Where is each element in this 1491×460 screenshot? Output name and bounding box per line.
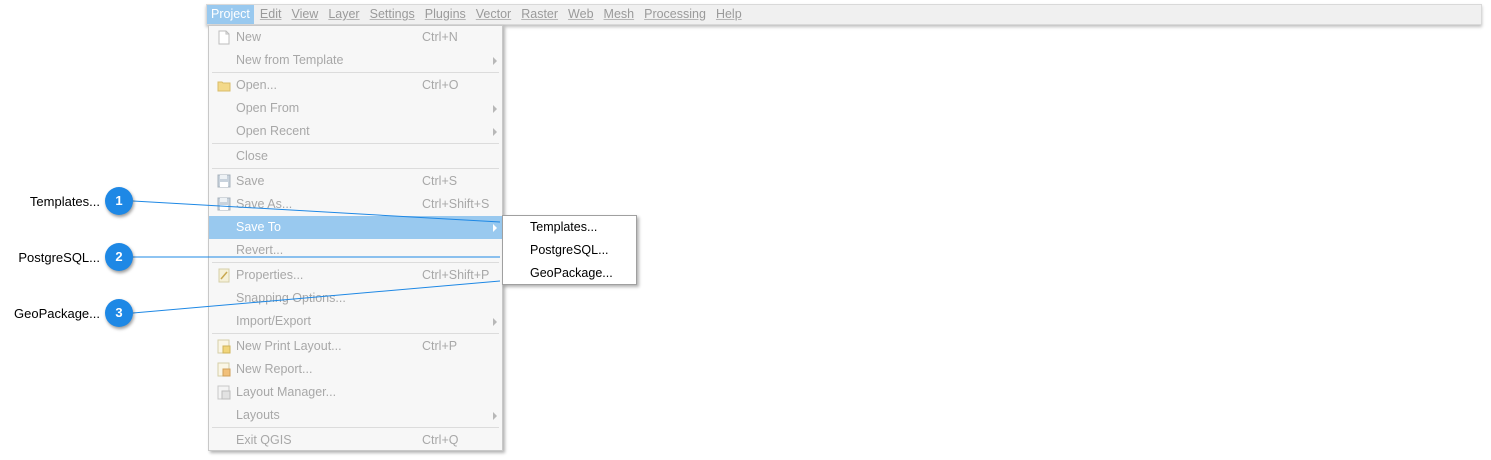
callout-line-3 bbox=[132, 280, 501, 314]
callout-badge-1: 1 bbox=[105, 187, 133, 215]
callout-line-1 bbox=[132, 200, 501, 223]
callout-label-3: GeoPackage... bbox=[14, 306, 100, 321]
callout-badge-2: 2 bbox=[105, 243, 133, 271]
callout-label-1: Templates... bbox=[29, 194, 100, 209]
callout-badge-3: 3 bbox=[105, 299, 133, 327]
callout-label-2: PostgreSQL... bbox=[18, 250, 100, 265]
callout-lines bbox=[132, 200, 501, 314]
